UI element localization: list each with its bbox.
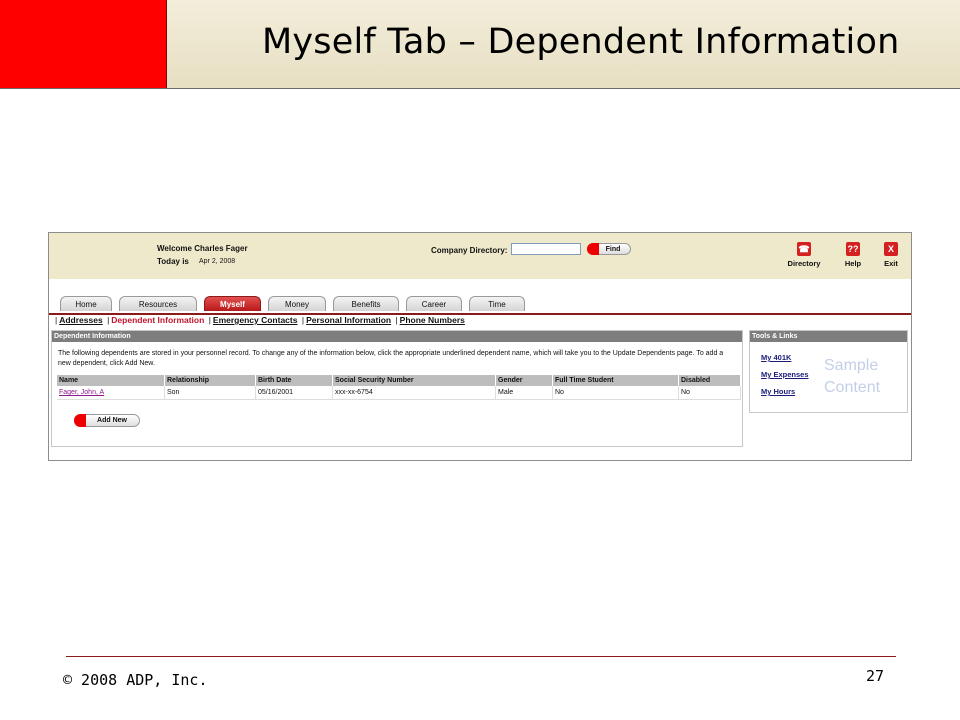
app-topbar: Welcome Charles Fager Today is Apr 2, 20… <box>49 233 911 279</box>
add-new-button[interactable]: Add New <box>74 414 140 427</box>
table-cell: Fager, John, A <box>57 386 165 400</box>
column-header[interactable]: Birth Date <box>255 375 333 386</box>
column-header[interactable]: Gender <box>495 375 553 386</box>
company-directory-label: Company Directory: <box>431 246 508 255</box>
sample-line-2: Content <box>824 379 881 396</box>
directory-label: Directory <box>787 259 821 268</box>
dependent-information-panel: Dependent Information The following depe… <box>51 330 743 447</box>
table-cell: Male <box>495 386 553 400</box>
column-header[interactable]: Social Security Number <box>332 375 496 386</box>
column-header[interactable]: Relationship <box>164 375 256 386</box>
tools-links-panel: Tools & Links My 401K My Expenses My Hou… <box>749 330 908 413</box>
sub-navigation: | Addresses | Dependent Information | Emerg… <box>55 315 465 325</box>
main-tabs: Home Resources Myself Money Benefits Car… <box>49 279 911 315</box>
dependent-name-link[interactable]: Fager, John, A <box>59 389 104 396</box>
tab-money[interactable]: Money <box>268 296 326 311</box>
accent-block <box>0 0 167 88</box>
table-row: Fager, John, A Son 05/16/2001 xxx-xx-675… <box>57 386 741 400</box>
slide-title: Myself Tab – Dependent Information <box>262 22 900 62</box>
help-button[interactable]: ?? Help <box>833 242 873 268</box>
company-directory-input[interactable] <box>511 243 581 255</box>
link-my-hours[interactable]: My Hours <box>761 387 809 396</box>
exit-label: Exit <box>884 259 898 268</box>
today-label: Today is <box>157 257 189 266</box>
help-icon: ?? <box>846 242 860 256</box>
table-cell: Son <box>164 386 256 400</box>
tab-time[interactable]: Time <box>469 296 525 311</box>
directory-button[interactable]: ☎ Directory <box>784 242 824 268</box>
column-header[interactable]: Name <box>57 375 165 386</box>
close-icon: X <box>884 242 898 256</box>
app-screenshot: Welcome Charles Fager Today is Apr 2, 20… <box>48 232 912 461</box>
table-cell: xxx-xx-6754 <box>332 386 496 400</box>
link-my-expenses[interactable]: My Expenses <box>761 370 809 379</box>
panel-header: Dependent Information <box>52 331 742 342</box>
sample-content-watermark: Sample Content <box>824 355 880 399</box>
subnav-phone-numbers[interactable]: Phone Numbers <box>400 315 465 325</box>
subnav-dependent-information[interactable]: Dependent Information <box>111 315 204 325</box>
footer-divider <box>66 656 896 657</box>
slide-header: Myself Tab – Dependent Information <box>0 0 960 89</box>
today-value: Apr 2, 2008 <box>199 258 236 265</box>
copyright-text: © 2008 ADP, Inc. <box>63 671 208 689</box>
tab-benefits[interactable]: Benefits <box>333 296 399 311</box>
column-header[interactable]: Full Time Student <box>552 375 679 386</box>
add-new-label: Add New <box>97 417 127 424</box>
page-number: 27 <box>866 667 885 685</box>
add-new-button-cap <box>74 414 86 427</box>
table-header-row: Name Relationship Birth Date Social Secu… <box>57 375 741 386</box>
subnav-addresses[interactable]: Addresses <box>59 315 102 325</box>
tab-myself[interactable]: Myself <box>204 296 261 311</box>
subnav-emergency-contacts[interactable]: Emergency Contacts <box>213 315 298 325</box>
tools-links-list: My 401K My Expenses My Hours <box>761 353 809 404</box>
find-button[interactable]: Find <box>587 243 631 255</box>
find-button-cap <box>587 243 599 255</box>
link-my-401k[interactable]: My 401K <box>761 353 809 362</box>
welcome-text: Welcome Charles Fager <box>157 244 248 253</box>
subnav-personal-information[interactable]: Personal Information <box>306 315 391 325</box>
tab-resources[interactable]: Resources <box>119 296 197 311</box>
table-cell: No <box>552 386 679 400</box>
phone-icon: ☎ <box>797 242 811 256</box>
help-label: Help <box>844 259 862 268</box>
tab-home[interactable]: Home <box>60 296 112 311</box>
table-cell: 05/16/2001 <box>255 386 333 400</box>
dependents-table: Name Relationship Birth Date Social Secu… <box>57 375 741 400</box>
find-button-label: Find <box>605 246 621 253</box>
tools-links-header: Tools & Links <box>750 331 907 342</box>
sample-line-1: Sample <box>824 357 879 374</box>
tab-career[interactable]: Career <box>406 296 462 311</box>
intro-text: The following dependents are stored in y… <box>58 350 724 367</box>
column-header[interactable]: Disabled <box>678 375 741 386</box>
exit-button[interactable]: X Exit <box>871 242 911 268</box>
table-cell: No <box>678 386 741 400</box>
